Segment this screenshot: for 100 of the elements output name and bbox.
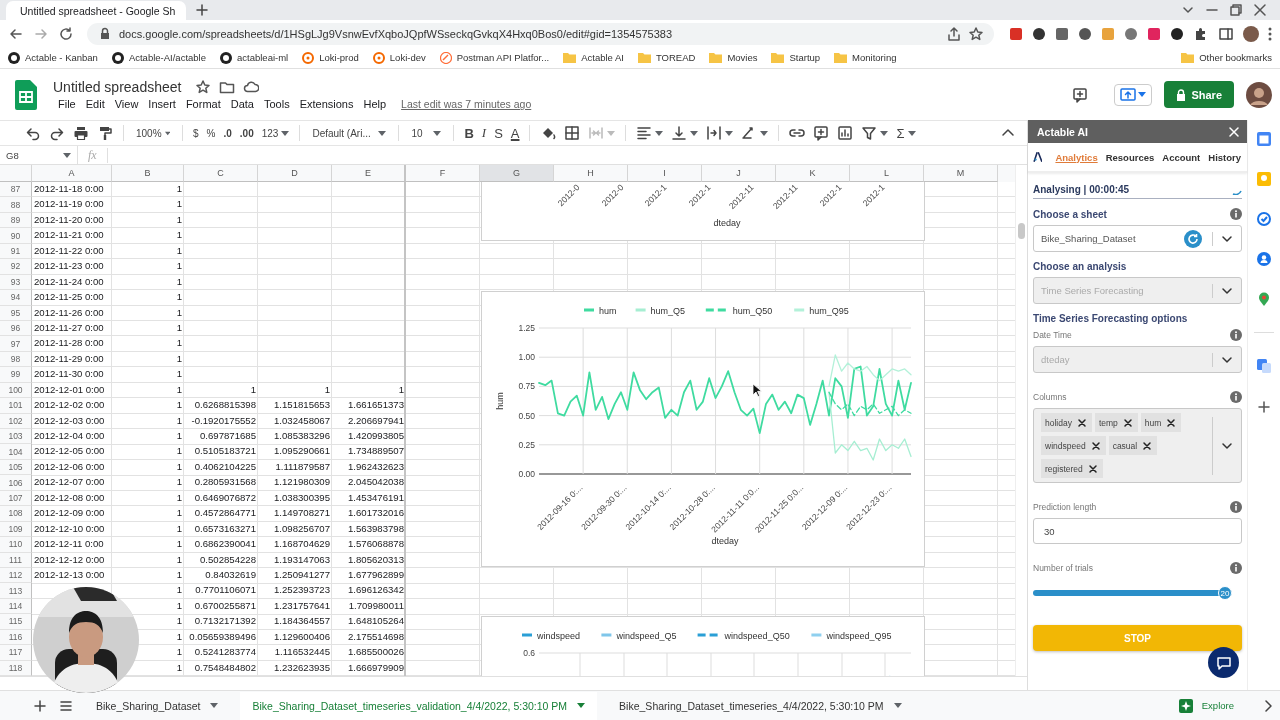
font-dropdown[interactable]: Default (Ari... [307, 122, 392, 144]
currency-button[interactable]: $ [190, 122, 202, 144]
bookmark[interactable]: Movies [709, 52, 758, 63]
column-header[interactable]: E [332, 165, 406, 182]
sheet-tab[interactable]: Bike_Sharing_Dataset_timeseries_4/4/2022, 5:30:10 PM [607, 691, 914, 720]
chat-button[interactable] [1208, 647, 1239, 678]
new-tab-icon[interactable] [194, 2, 210, 18]
address-bar[interactable]: docs.google.com/spreadsheets/d/1HSgLJg9VsnwEvfXqboJQpfWSseckqGvkqX4Hxq0Bos0/edit#gid=1354575383 [87, 22, 994, 45]
column-header[interactable]: B [112, 165, 184, 182]
column-header[interactable]: H [554, 165, 628, 182]
tab[interactable]: Account [1161, 151, 1202, 163]
share-icon[interactable] [946, 25, 962, 42]
tab[interactable]: History [1207, 151, 1242, 163]
row-header[interactable]: 87 [0, 182, 32, 198]
person-icon[interactable] [1257, 252, 1271, 266]
check-icon[interactable] [1257, 212, 1271, 226]
menu-item[interactable]: File [53, 98, 81, 110]
row-header[interactable]: 103 [0, 429, 32, 445]
row-header[interactable]: 106 [0, 475, 32, 491]
extension-icon[interactable] [1170, 26, 1184, 41]
sheet-tab[interactable]: Bike_Sharing_Dataset_timeseries_validation_4/4/2022, 5:30:10 PM [240, 691, 598, 720]
share-button[interactable]: Share [1164, 81, 1234, 108]
dropdown[interactable]: Bike_Sharing_Dataset [1033, 225, 1242, 252]
bold-button[interactable]: B [461, 122, 477, 144]
column-header[interactable]: K [776, 165, 850, 182]
row-header[interactable]: 113 [0, 583, 32, 599]
add-sheet-icon[interactable] [32, 697, 48, 714]
row-header[interactable]: 88 [0, 197, 32, 213]
bookmark[interactable]: Other bookmarks [1181, 52, 1272, 63]
restore-icon[interactable] [1228, 2, 1244, 18]
bookmark[interactable]: Actable-AI/actable [111, 51, 206, 64]
column-header[interactable]: A [32, 165, 112, 182]
italic-button[interactable]: I [478, 122, 490, 144]
menu-item[interactable]: Help [358, 98, 392, 110]
avatar-icon[interactable] [1246, 81, 1272, 108]
cloud-icon[interactable] [243, 79, 260, 95]
close-icon[interactable] [1252, 2, 1268, 18]
row-header[interactable]: 94 [0, 290, 32, 306]
increase-decimals-button[interactable]: .00 [236, 122, 257, 144]
tab[interactable]: Resources [1104, 151, 1156, 163]
row-header[interactable]: 97 [0, 336, 32, 352]
column-header[interactable]: J [702, 165, 776, 182]
last-edit-link[interactable]: Last edit was 7 minutes ago [401, 98, 532, 110]
menu-item[interactable]: Data [225, 98, 259, 110]
bookmark[interactable]: Actable - Kanban [8, 51, 98, 64]
multi-select-field[interactable]: holiday temp hum windspeed casual registered [1033, 408, 1242, 483]
slider-thumb[interactable]: 20 [1218, 586, 1232, 600]
map-pin-icon[interactable] [1258, 292, 1270, 306]
decrease-decimals-button[interactable]: .0 [220, 122, 235, 144]
bookmark[interactable]: Loki-dev [372, 51, 426, 64]
row-header[interactable]: 104 [0, 444, 32, 460]
column-header[interactable]: M [924, 165, 998, 182]
plus-icon[interactable] [1256, 399, 1272, 415]
menu-item[interactable]: Tools [258, 98, 295, 110]
row-header[interactable]: 90 [0, 228, 32, 244]
bookmark[interactable]: Actable AI [563, 52, 624, 63]
star-icon[interactable] [195, 79, 212, 95]
menu-item[interactable]: Insert [143, 98, 181, 110]
star-icon[interactable] [968, 25, 984, 42]
row-header[interactable]: 110 [0, 537, 32, 553]
text-color-button[interactable]: A [507, 122, 523, 144]
font-size-dropdown[interactable]: 10 [406, 122, 447, 144]
browser-tab[interactable]: Untitled spreadsheet - Google Sh [6, 1, 186, 20]
column-header[interactable]: L [850, 165, 924, 182]
percent-button[interactable]: % [203, 122, 219, 144]
sheet-tab[interactable]: Bike_Sharing_Dataset [84, 691, 231, 720]
slider-track[interactable]: 20 [1033, 586, 1232, 600]
remove-icon[interactable] [1165, 416, 1178, 429]
avatar-icon[interactable] [1243, 25, 1259, 42]
number-format-dropdown[interactable]: 123 [258, 122, 293, 144]
column-header[interactable]: C [184, 165, 258, 182]
zoom-dropdown[interactable]: 100% [131, 122, 175, 144]
column-header[interactable]: F [406, 165, 480, 182]
input-field[interactable]: 30 [1033, 518, 1242, 544]
menu-item[interactable]: Format [180, 98, 226, 110]
name-box[interactable]: G8 [0, 146, 78, 164]
functions-button[interactable]: Σ [893, 122, 919, 144]
translate-icon[interactable] [1257, 359, 1271, 373]
menu-item[interactable]: Extensions [294, 98, 359, 110]
explore-button[interactable]: Explore [1178, 698, 1234, 713]
strikethrough-button[interactable]: S [491, 122, 506, 144]
extension-icon[interactable] [1032, 26, 1046, 41]
bookmark[interactable]: TOREAD [637, 52, 696, 63]
remove-icon[interactable] [1141, 439, 1154, 452]
remove-icon[interactable] [1086, 462, 1099, 475]
bookmark[interactable]: Startup [771, 52, 821, 63]
scrollbar-thumb[interactable] [1018, 223, 1025, 239]
bookmark[interactable]: actableai-ml [220, 51, 289, 64]
remove-icon[interactable] [1075, 416, 1088, 429]
remove-icon[interactable] [1121, 416, 1134, 429]
column-header[interactable]: I [628, 165, 702, 182]
calendar-icon[interactable] [1257, 132, 1271, 146]
row-header[interactable]: 99 [0, 367, 32, 383]
document-title[interactable]: Untitled spreadsheet [53, 79, 182, 95]
sidebar-icon[interactable] [1218, 25, 1234, 42]
folder-icon[interactable] [219, 79, 236, 95]
row-header[interactable]: 101 [0, 398, 32, 414]
bookmark[interactable]: Postman API Platfor... [439, 51, 550, 64]
remove-icon[interactable] [1089, 439, 1102, 452]
menu-item[interactable]: View [109, 98, 144, 110]
